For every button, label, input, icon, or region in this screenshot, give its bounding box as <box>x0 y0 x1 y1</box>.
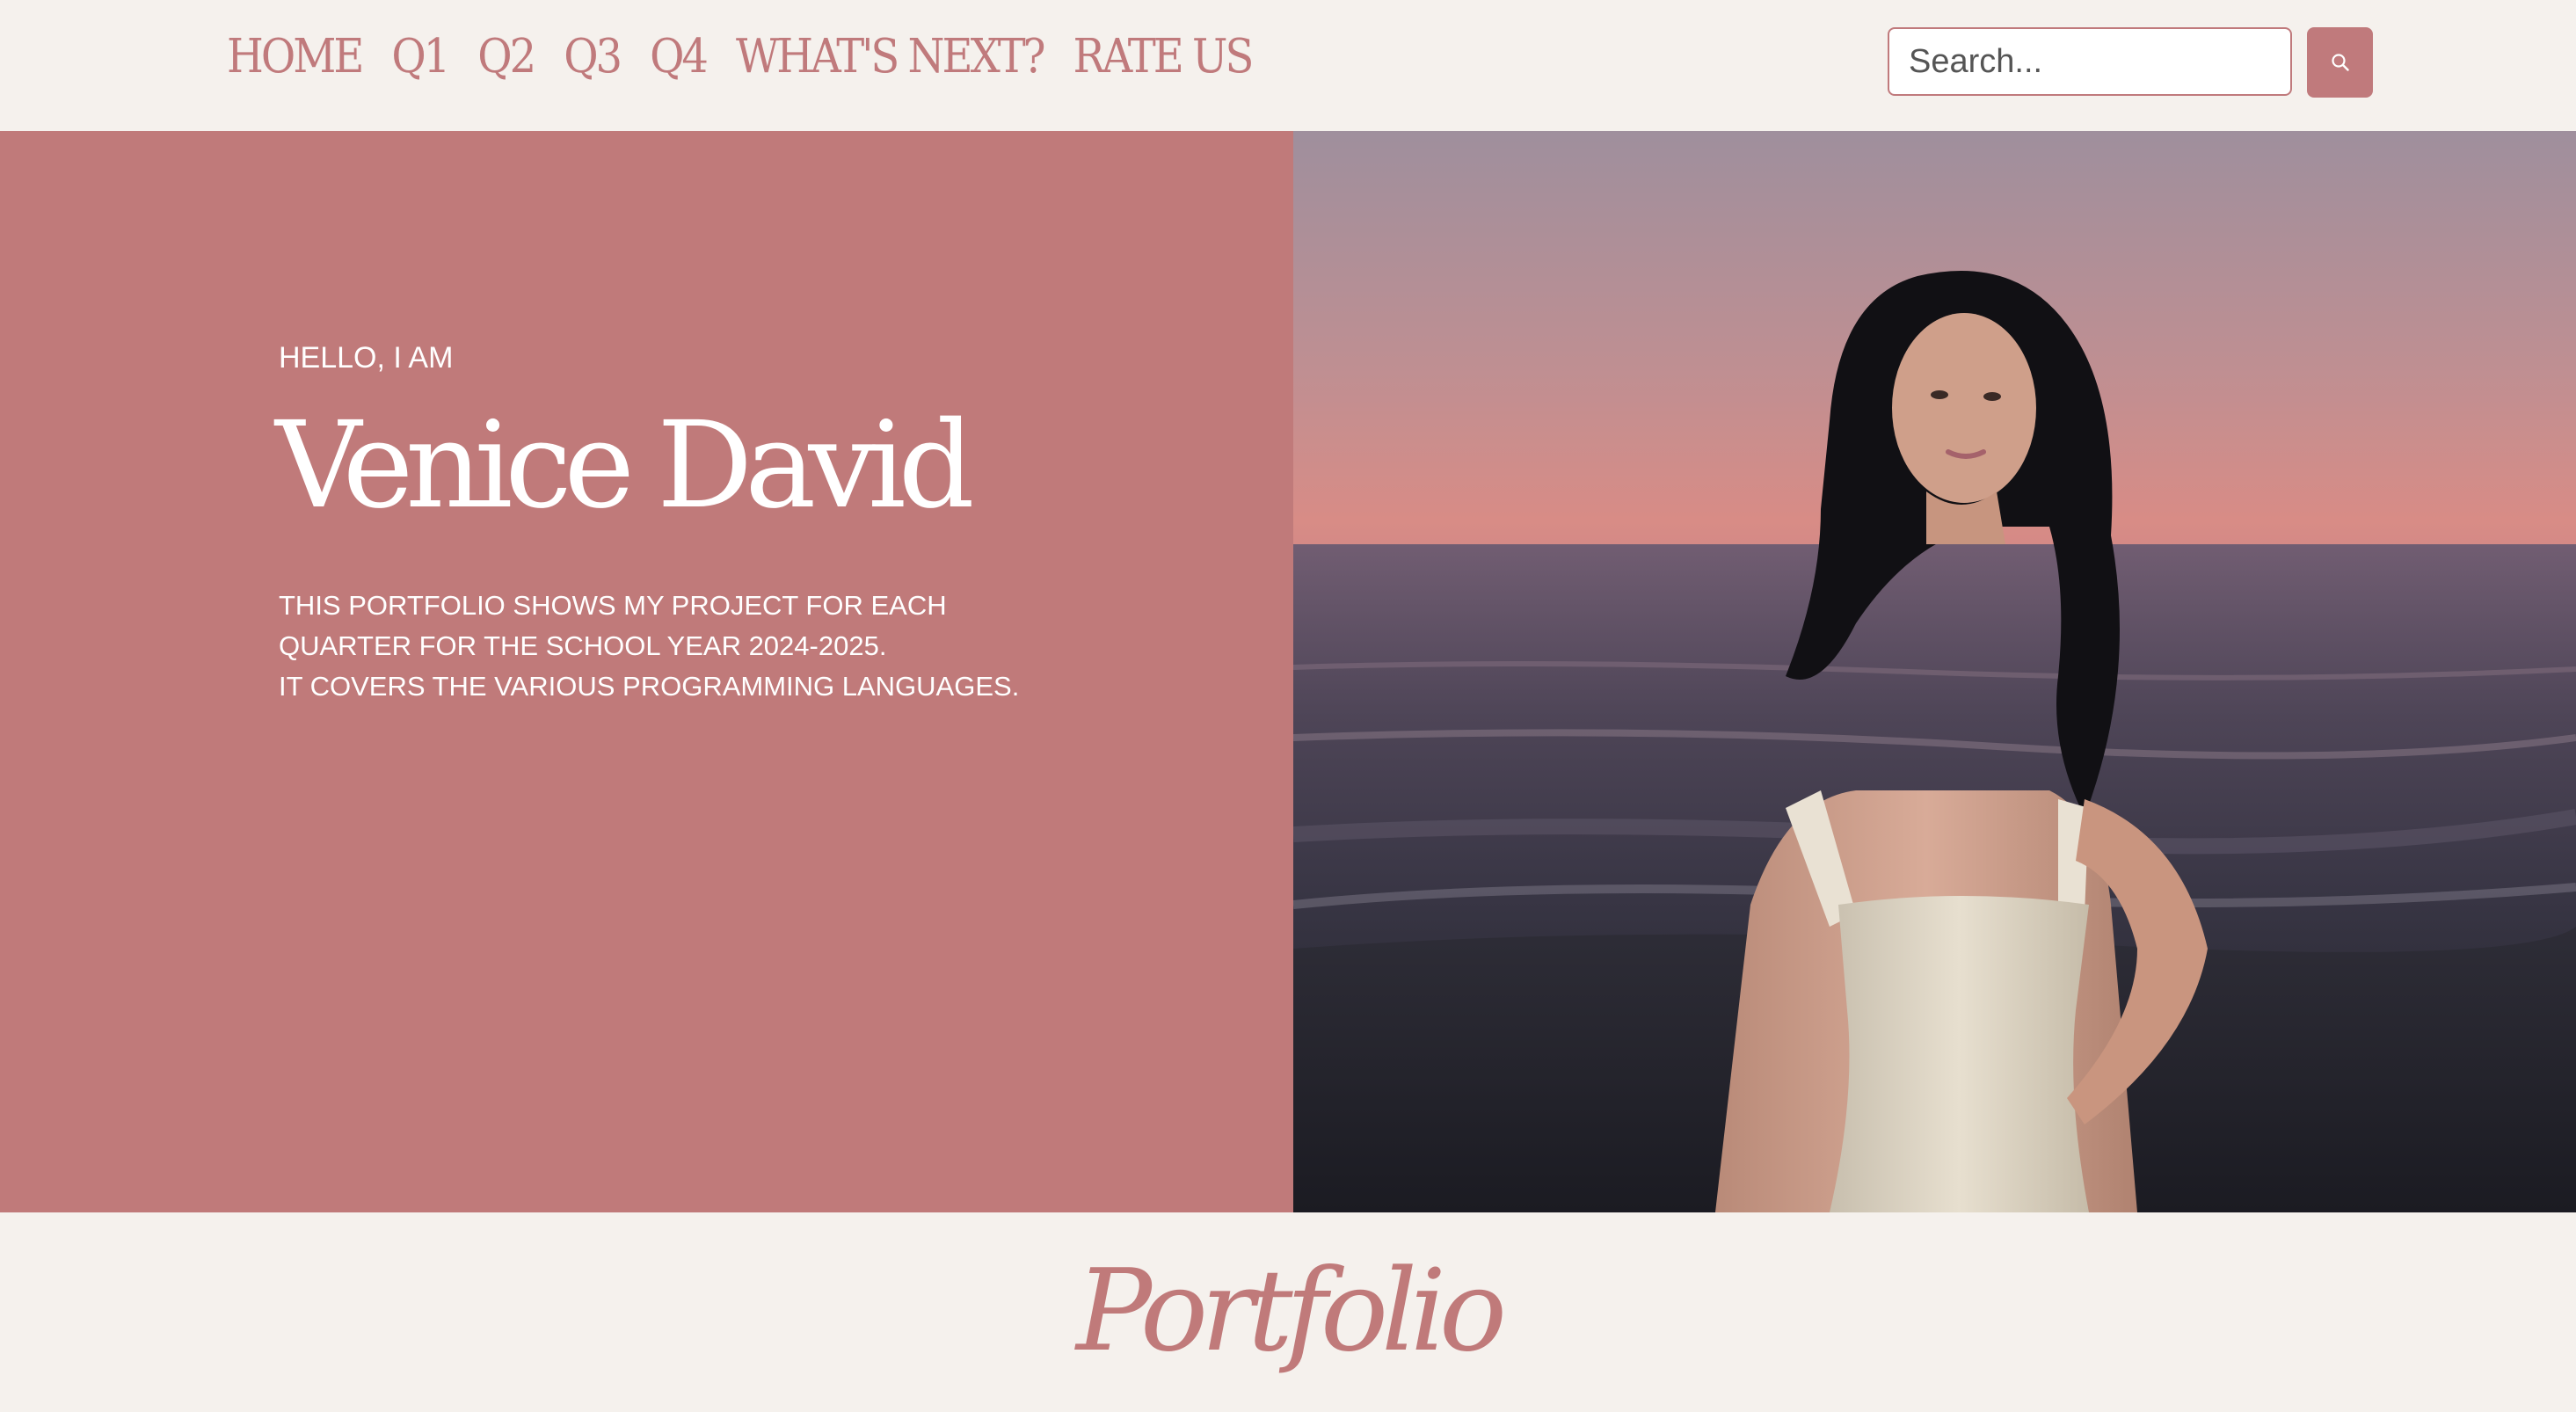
nav-q1[interactable]: Q1 <box>391 29 450 84</box>
hero-description-line: THIS PORTFOLIO SHOWS MY PROJECT FOR EACH <box>279 590 947 621</box>
nav-q2[interactable]: Q2 <box>477 29 536 84</box>
hero-greeting: HELLO, I AM <box>279 341 454 375</box>
hero-description-line: QUARTER FOR THE SCHOOL YEAR 2024-2025. <box>279 630 887 661</box>
hero-name: Venice David <box>275 397 975 535</box>
portfolio-section-title: Portfolio <box>1076 1246 1507 1377</box>
search-input[interactable] <box>1888 27 2292 96</box>
nav-whats-next[interactable]: WHAT'S NEXT? <box>736 29 1046 84</box>
nav-q4[interactable]: Q4 <box>650 29 709 84</box>
hero-description: THIS PORTFOLIO SHOWS MY PROJECT FOR EACH… <box>279 586 1202 707</box>
hero-portrait-photo <box>1293 131 2576 1212</box>
search-icon <box>2331 54 2349 71</box>
hero-description-line: IT COVERS THE VARIOUS PROGRAMMING LANGUA… <box>279 671 1020 702</box>
nav-q3[interactable]: Q3 <box>564 29 622 84</box>
main-nav: HOME Q1 Q2 Q3 Q4 WHAT'S NEXT? RATE US <box>227 29 1255 84</box>
nav-home[interactable]: HOME <box>227 29 364 84</box>
search-button[interactable] <box>2307 27 2373 98</box>
nav-rate-us[interactable]: RATE US <box>1073 29 1255 84</box>
top-navigation-bar: HOME Q1 Q2 Q3 Q4 WHAT'S NEXT? RATE US <box>0 0 2576 131</box>
